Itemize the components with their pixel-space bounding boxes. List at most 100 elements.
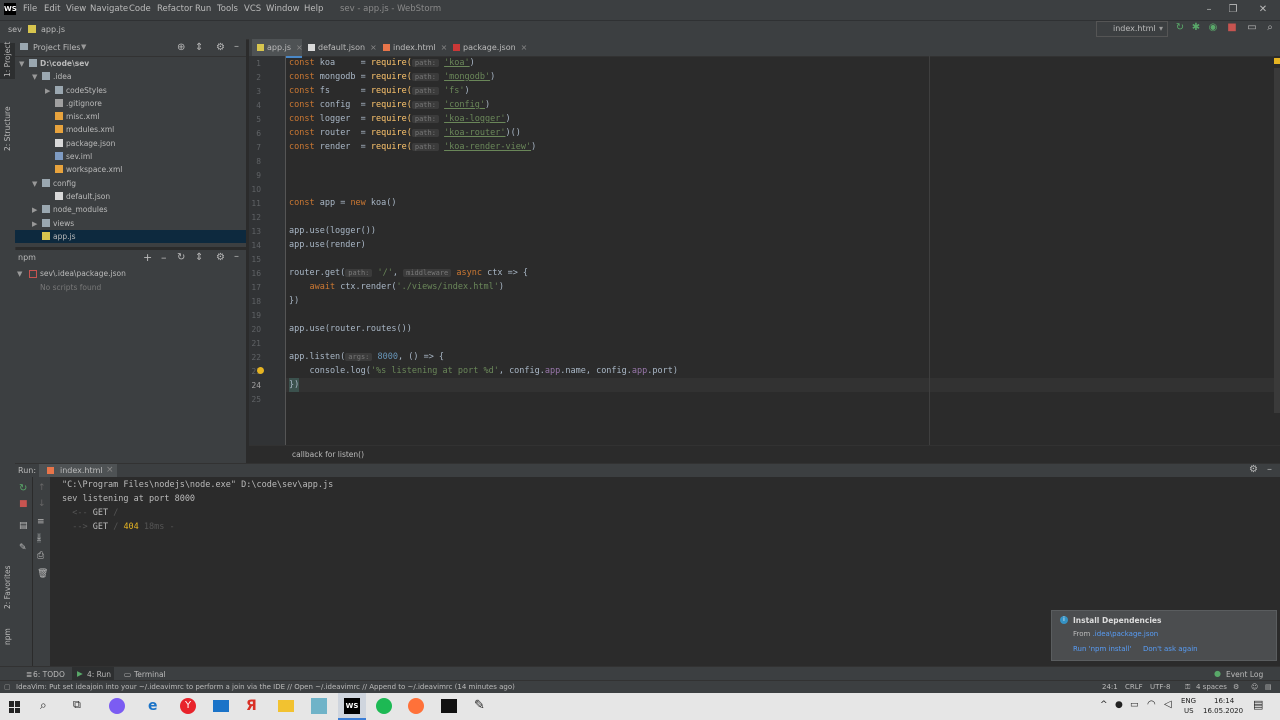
run-npm-install-link[interactable]: Run 'npm install'	[1073, 645, 1131, 653]
close-icon[interactable]: ✕	[1252, 2, 1274, 17]
stop-icon[interactable]: ■	[1226, 22, 1238, 34]
inspector-icon[interactable]: ☺	[1251, 683, 1258, 691]
remove-icon[interactable]: –	[161, 251, 167, 264]
menu-help[interactable]: Help	[304, 4, 323, 14]
caret-position[interactable]: 24:1	[1102, 683, 1118, 691]
tool-terminal[interactable]: Terminal	[134, 670, 166, 679]
gear-icon[interactable]: ⚙	[1249, 464, 1258, 475]
tab-index-html[interactable]: index.html ×	[380, 39, 454, 56]
tree-item[interactable]: package.json	[15, 137, 246, 150]
hide-panel-icon[interactable]: –	[234, 251, 239, 262]
tree-item[interactable]: ▼ .idea	[15, 70, 246, 83]
tab-default-json[interactable]: default.json ×	[305, 39, 385, 56]
tree-item[interactable]: modules.xml	[15, 123, 246, 136]
terminal-icon[interactable]	[441, 699, 457, 713]
tree-item[interactable]: ▶ codeStyles	[15, 84, 246, 97]
coverage-icon[interactable]: ◉	[1207, 22, 1219, 34]
tree-item[interactable]: workspace.xml	[15, 163, 246, 176]
collapse-all-icon[interactable]: ⇕	[195, 42, 203, 53]
mail-icon[interactable]	[213, 700, 229, 712]
expand-triangle-icon[interactable]: ▶	[32, 204, 42, 217]
rerun-icon[interactable]: ↻	[1174, 22, 1186, 34]
tool-npm-label[interactable]: npm	[3, 628, 12, 645]
expand-triangle-icon[interactable]: ▶	[45, 85, 55, 98]
warning-marker[interactable]	[1274, 58, 1280, 64]
editor-scrollbar[interactable]	[1274, 56, 1280, 445]
tree-item[interactable]: sev.iml	[15, 150, 246, 163]
volume-icon[interactable]: ◁	[1164, 699, 1172, 710]
tool-project-label[interactable]: 1: Project	[3, 42, 12, 77]
tool-favorites-label[interactable]: 2: Favorites	[3, 565, 12, 609]
tool-event-log[interactable]: Event Log	[1226, 670, 1263, 679]
search-icon[interactable]: ⌕	[40, 698, 47, 713]
menu-vcs[interactable]: VCS	[244, 4, 261, 14]
run-config-select[interactable]: index.html ▾	[1096, 21, 1168, 37]
tree-item[interactable]: misc.xml	[15, 110, 246, 123]
close-icon[interactable]: ×	[521, 43, 528, 52]
tool-run[interactable]: 4: Run	[87, 670, 111, 679]
search-icon[interactable]: ⌕	[1264, 22, 1276, 34]
notification-file-link[interactable]: .idea\package.json	[1093, 630, 1159, 638]
menu-code[interactable]: Code	[129, 4, 151, 14]
code-editor[interactable]: const koa = require(path: 'koa') const m…	[289, 56, 1274, 445]
lock-icon[interactable]: ⚿	[1185, 683, 1190, 692]
battery-icon[interactable]: ▭	[1130, 700, 1139, 710]
line-separator[interactable]: CRLF	[1125, 683, 1143, 691]
menu-edit[interactable]: Edit	[44, 4, 60, 14]
locate-icon[interactable]: ⊕	[177, 42, 185, 53]
breadcrumb-project[interactable]: sev	[8, 25, 22, 34]
lightbulb-icon[interactable]	[257, 367, 264, 374]
layout-icon[interactable]: ▭	[1246, 22, 1258, 34]
file-encoding[interactable]: UTF-8	[1150, 683, 1170, 691]
close-icon[interactable]: ×	[296, 43, 303, 52]
edge-icon[interactable]: e	[148, 698, 158, 714]
trash-icon[interactable]: 🗑	[37, 569, 48, 579]
editor-breadcrumb[interactable]: callback for listen()	[292, 450, 364, 459]
tree-item[interactable]: app.js	[15, 229, 246, 244]
expand-triangle-icon[interactable]: ▼	[32, 178, 42, 191]
notifications-icon[interactable]: ▤	[1253, 698, 1263, 711]
print-icon[interactable]: ⎙	[37, 551, 44, 561]
rerun-icon[interactable]: ↻	[19, 483, 27, 494]
indent-setting[interactable]: 4 spaces	[1196, 683, 1227, 691]
expand-triangle-icon[interactable]: ▼	[19, 58, 29, 71]
tree-item[interactable]: default.json	[15, 190, 246, 203]
file-explorer-icon[interactable]	[278, 700, 294, 712]
down-icon[interactable]: ↓	[38, 499, 46, 509]
wifi-icon[interactable]: ◠	[1147, 699, 1156, 710]
soft-wrap-icon[interactable]: ≡	[37, 517, 45, 527]
memory-icon[interactable]: ▤	[1265, 683, 1272, 691]
tool-structure-label[interactable]: 2: Structure	[3, 106, 12, 151]
menu-tools[interactable]: Tools	[217, 4, 238, 14]
tree-item[interactable]: ▼ D:\code\sev	[15, 57, 246, 70]
clock-time[interactable]: 16:14	[1214, 697, 1234, 705]
menu-view[interactable]: View	[66, 4, 86, 14]
gear-icon[interactable]: ⚙	[216, 42, 225, 53]
yandex-browser-icon[interactable]: Y	[180, 698, 196, 714]
close-icon[interactable]: ×	[370, 43, 377, 52]
firefox-icon[interactable]	[408, 698, 424, 714]
status-message[interactable]: IdeaVim: Put set ideajoin into your ~/.i…	[16, 683, 515, 691]
tab-package-json[interactable]: package.json ×	[449, 39, 539, 56]
windows-start-icon[interactable]	[9, 701, 21, 713]
close-icon[interactable]: ×	[441, 43, 448, 52]
add-icon[interactable]: +	[143, 251, 152, 264]
hide-panel-icon[interactable]: –	[234, 41, 239, 52]
minimize-icon[interactable]: –	[1198, 2, 1220, 17]
npm-package-label[interactable]: sev\.idea\package.json	[40, 269, 126, 278]
tool-todo[interactable]: 6: TODO	[33, 670, 65, 679]
spotify-icon[interactable]	[376, 698, 392, 714]
refresh-icon[interactable]: ↻	[177, 252, 185, 263]
menu-run[interactable]: Run	[195, 4, 211, 14]
menu-refactor[interactable]: Refactor	[157, 4, 193, 14]
layout-icon[interactable]: ▤	[19, 521, 28, 531]
breadcrumb-file[interactable]: app.js	[41, 25, 65, 34]
app-icon[interactable]	[311, 698, 327, 714]
expand-triangle-icon[interactable]: ▶	[32, 218, 42, 231]
up-icon[interactable]: ↑	[38, 483, 46, 493]
pin-icon[interactable]: ✎	[19, 543, 27, 553]
gear-icon[interactable]: ⚙	[216, 252, 225, 263]
task-view-icon[interactable]: ⧉	[73, 698, 81, 712]
tree-item[interactable]: ▼ config	[15, 177, 246, 190]
cortana-icon[interactable]	[109, 698, 125, 714]
